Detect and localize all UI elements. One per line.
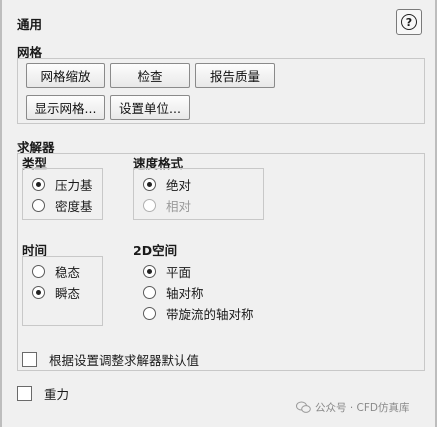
gravity-checkbox[interactable]: 重力	[17, 384, 69, 403]
help-button[interactable]: ?	[396, 9, 422, 35]
radio-label: 压力基	[55, 178, 93, 193]
wechat-icon	[296, 401, 311, 413]
radio-absolute[interactable]: 绝对	[143, 175, 191, 194]
radio-pressure-based[interactable]: 压力基	[32, 175, 93, 194]
report-quality-button[interactable]: 报告质量	[195, 63, 275, 88]
radio-label: 稳态	[55, 265, 81, 280]
space-2d-title: 2D空间	[133, 243, 178, 258]
display-mesh-button[interactable]: 显示网格...	[26, 95, 105, 120]
radio-planar[interactable]: 平面	[143, 262, 191, 281]
radio-button-checked[interactable]	[32, 286, 45, 299]
radio-transient[interactable]: 瞬态	[32, 283, 80, 302]
radio-axisymmetric-swirl[interactable]: 带旋流的轴对称	[143, 304, 254, 323]
radio-label: 轴对称	[166, 286, 204, 301]
radio-label: 相对	[166, 199, 192, 214]
radio-steady[interactable]: 稳态	[32, 262, 80, 281]
radio-button-checked[interactable]	[143, 178, 156, 191]
mesh-check-button[interactable]: 检查	[110, 63, 190, 88]
radio-label: 带旋流的轴对称	[166, 307, 254, 322]
watermark: 公众号 · CFD仿真库	[296, 400, 409, 415]
set-units-button[interactable]: 设置单位...	[110, 95, 190, 120]
radio-button-checked[interactable]	[143, 265, 156, 278]
radio-density-based[interactable]: 密度基	[32, 196, 93, 215]
radio-label: 瞬态	[55, 286, 81, 301]
radio-button[interactable]	[32, 265, 45, 278]
radio-label: 密度基	[55, 199, 93, 214]
radio-label: 绝对	[166, 178, 192, 193]
mesh-scale-button[interactable]: 网格缩放	[26, 63, 105, 88]
adjust-solver-defaults-checkbox[interactable]: 根据设置调整求解器默认值	[22, 350, 199, 369]
panel-left-border	[0, 0, 2, 427]
panel-title: 通用	[17, 17, 43, 32]
radio-button-disabled	[143, 199, 156, 212]
checkbox-box[interactable]	[17, 386, 32, 401]
radio-button[interactable]	[143, 307, 156, 320]
checkbox-label: 重力	[44, 387, 70, 402]
radio-label: 平面	[166, 265, 192, 280]
radio-button[interactable]	[143, 286, 156, 299]
checkbox-label: 根据设置调整求解器默认值	[49, 353, 200, 368]
checkbox-box[interactable]	[22, 352, 37, 367]
radio-button-checked[interactable]	[32, 178, 45, 191]
watermark-text: 公众号 · CFD仿真库	[315, 402, 410, 414]
radio-button[interactable]	[32, 199, 45, 212]
help-icon: ?	[401, 14, 417, 30]
radio-relative: 相对	[143, 196, 191, 215]
radio-axisymmetric[interactable]: 轴对称	[143, 283, 204, 302]
